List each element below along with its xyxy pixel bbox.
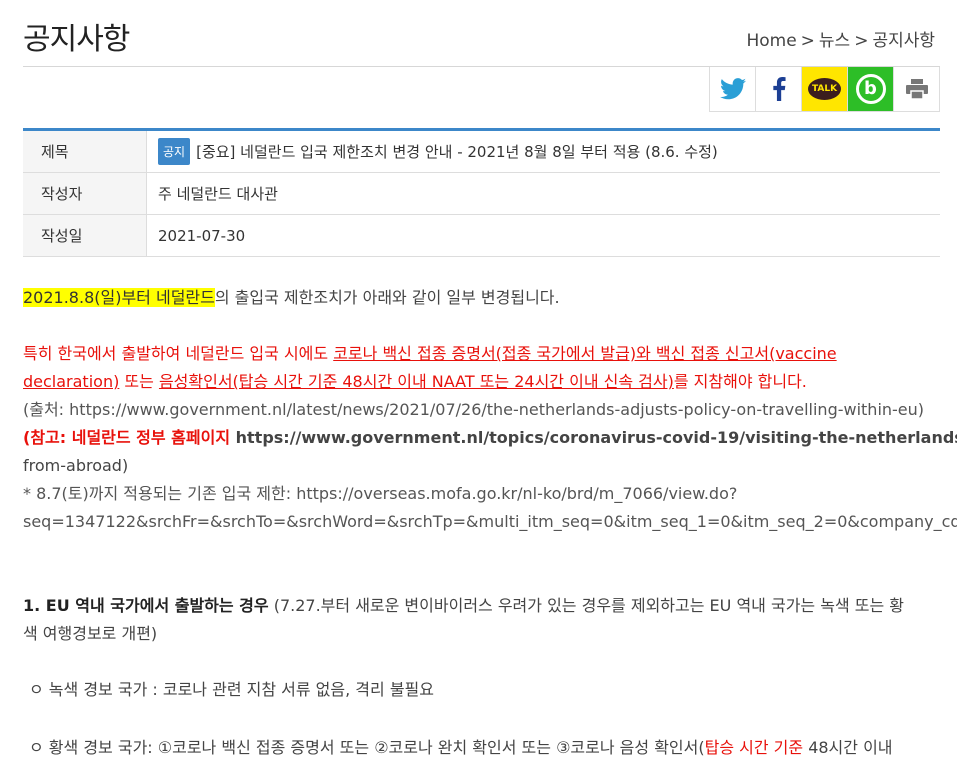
kakaotalk-label: TALK [807, 78, 842, 100]
post-subject: [중요] 네덜란드 입국 제한조치 변경 안내 - 2021년 8월 8일 부터… [196, 143, 718, 161]
intro-line: 2021.8.8(일)부터 네덜란드의 출입국 제한조치가 아래와 같이 일부 … [23, 284, 560, 312]
yellow-alert-text: ㅇ 황색 경보 국가: ①코로나 백신 접종 증명서 또는 ②코로나 완치 확인… [29, 738, 705, 757]
warning-line-1: 특히 한국에서 출발하여 네덜란드 입국 시에도 코로나 백신 접종 증명서(접… [23, 340, 837, 368]
author-label: 작성자 [23, 173, 147, 214]
previous-rules-line[interactable]: * 8.7(토)까지 적용되는 기존 입국 제한: https://overse… [23, 480, 737, 508]
breadcrumb: Home > 뉴스 > 공지사항 [744, 26, 937, 51]
twitter-icon[interactable] [710, 67, 755, 111]
band-icon[interactable]: b [847, 67, 893, 111]
yellow-alert-text: 48시간 이내 [803, 738, 893, 757]
yellow-alert-highlight: 탑승 시간 기준 [704, 738, 804, 757]
date-label: 작성일 [23, 215, 147, 256]
previous-rules-url[interactable]: seq=1347122&srchFr=&srchTo=&srchWord=&sr… [23, 508, 957, 536]
breadcrumb-news[interactable]: 뉴스 [819, 31, 850, 51]
post-meta-table: 제목 공지 [중요] 네덜란드 입국 제한조치 변경 안내 - 2021년 8월 … [23, 128, 940, 257]
section-1-heading: 1. EU 역내 국가에서 출발하는 경우 (7.27.부터 새로운 변이바이러… [23, 592, 904, 620]
section-1-note-end: 색 여행경보로 개편) [23, 624, 158, 643]
reference-label: (참고: 네덜란드 정부 홈페이지 [23, 428, 236, 447]
warning-text: 특히 한국에서 출발하여 네덜란드 입국 시에도 [23, 344, 334, 363]
breadcrumb-home[interactable]: Home [746, 31, 796, 51]
page-title: 공지사항 [23, 22, 130, 57]
source-line: (출처: https://www.government.nl/latest/ne… [23, 400, 925, 419]
post-author: 주 네덜란드 대사관 [158, 185, 278, 203]
meta-row-subject: 제목 공지 [중요] 네덜란드 입국 제한조치 변경 안내 - 2021년 8월 … [23, 131, 940, 173]
meta-row-author: 작성자 주 네덜란드 대사관 [23, 173, 940, 215]
meta-row-date: 작성일 2021-07-30 [23, 215, 940, 257]
yellow-alert-item: ㅇ 황색 경보 국가: ①코로나 백신 접종 증명서 또는 ②코로나 완치 확인… [29, 734, 893, 762]
warning-underlined: declaration) [23, 372, 120, 391]
warning-line-2: declaration) 또는 음성확인서(탑승 시간 기준 48시간 이내 N… [23, 368, 807, 396]
reference-line-end: from-abroad) [23, 456, 129, 475]
share-bar: TALK b [709, 67, 940, 112]
intro-text: 의 출입국 제한조치가 아래와 같이 일부 변경됩니다. [214, 288, 560, 307]
facebook-icon[interactable] [755, 67, 801, 111]
breadcrumb-current[interactable]: 공지사항 [872, 31, 935, 51]
post-date: 2021-07-30 [158, 226, 246, 245]
highlighted-date: 2021.8.8(일)부터 네덜란드 [23, 288, 215, 307]
breadcrumb-separator: > [854, 31, 869, 51]
green-alert-item: ㅇ 녹색 경보 국가 : 코로나 관련 지참 서류 없음, 격리 불필요 [29, 680, 434, 699]
warning-text: 또는 [119, 372, 159, 391]
warning-underlined: 코로나 백신 접종 증명서(접종 국가에서 발급)와 백신 접종 신고서(vac… [333, 344, 837, 363]
subject-label: 제목 [23, 131, 147, 172]
warning-underlined: 음성확인서(탑승 시간 기준 48시간 이내 NAAT 또는 24시간 이내 신… [158, 372, 674, 391]
notice-badge: 공지 [158, 138, 191, 165]
section-1-title: 1. EU 역내 국가에서 출발하는 경우 [23, 596, 269, 615]
section-1-note: (7.27.부터 새로운 변이바이러스 우려가 있는 경우를 제외하고는 EU … [268, 596, 904, 615]
kakaotalk-icon[interactable]: TALK [801, 67, 847, 111]
reference-link[interactable]: https://www.government.nl/topics/coronav… [236, 428, 957, 447]
reference-line: (참고: 네덜란드 정부 홈페이지 https://www.government… [23, 424, 957, 452]
warning-text: 를 지참해야 합니다. [673, 372, 807, 391]
print-icon[interactable] [893, 67, 939, 111]
breadcrumb-separator: > [800, 31, 815, 51]
